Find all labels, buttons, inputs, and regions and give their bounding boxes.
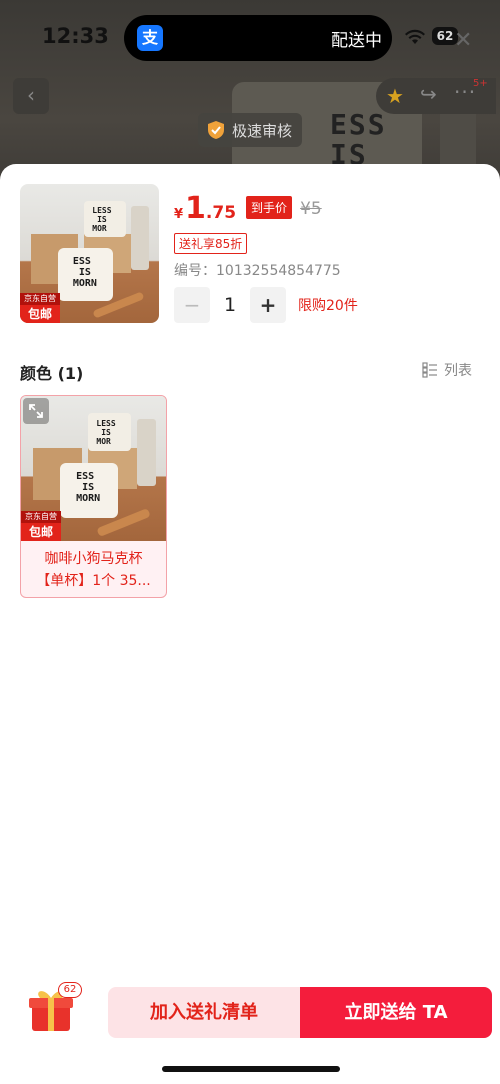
price-decimal: .75 — [205, 203, 237, 223]
gift-list-count-badge: 62 — [58, 982, 82, 998]
gift-discount-badge: 送礼享85折 — [174, 233, 248, 254]
audit-badge: 极速审核 — [198, 113, 303, 147]
star-icon[interactable]: ★ — [386, 84, 404, 108]
list-view-toggle[interactable]: 列表 — [422, 360, 472, 380]
quantity-stepper: − 1 + 限购20件 — [174, 287, 358, 323]
dynamic-island[interactable]: 支 配送中 — [124, 15, 392, 61]
variant-name: 咖啡小狗马克杯 【单杯】1个 35... — [21, 548, 166, 592]
quantity-value[interactable]: 1 — [210, 294, 250, 316]
add-to-gift-list-button[interactable]: 加入送礼清单 — [108, 987, 300, 1038]
close-icon[interactable]: ✕ — [454, 30, 472, 52]
back-icon[interactable]: ‹ — [13, 78, 49, 114]
home-indicator[interactable] — [162, 1066, 340, 1072]
currency-symbol: ¥ — [174, 207, 184, 222]
variant-jd-tag: 京东自营 包邮 — [21, 511, 61, 541]
send-gift-now-button[interactable]: 立即送给 TA — [300, 987, 492, 1038]
price-integer: 1 — [185, 191, 206, 226]
list-toggle-label: 列表 — [444, 363, 472, 379]
nav-action-pill: ★ ↪ ··· 5+ — [376, 78, 496, 114]
alipay-app-icon: 支 — [137, 25, 163, 51]
variant-option[interactable]: LESS IS MOR ESS IS MORN 京东自营 包邮 咖啡小狗马克杯 … — [20, 395, 167, 598]
final-price-tag: 到手价 — [246, 196, 293, 219]
increase-quantity-button[interactable]: + — [250, 287, 286, 323]
list-icon — [422, 362, 437, 378]
status-time: 12:33 — [42, 24, 109, 48]
share-icon[interactable]: ↪ — [420, 82, 437, 106]
more-badge: 5+ — [473, 78, 488, 89]
audit-text: 极速审核 — [232, 121, 293, 140]
product-thumbnail[interactable]: LESS IS MOR ESS IS MORN 京东自营 包邮 — [20, 184, 159, 323]
variant-image: LESS IS MOR ESS IS MORN 京东自营 包邮 — [21, 396, 166, 541]
variant-name-line1: 咖啡小狗马克杯 — [44, 551, 143, 567]
price-row: ¥ 1 .75 到手价 ¥5 — [174, 194, 322, 225]
sku-selector-sheet: LESS IS MOR ESS IS MORN 京东自营 包邮 ¥ 1 .75 … — [0, 164, 500, 1084]
shield-check-icon — [208, 121, 224, 139]
background-mug-text: ESS IS — [330, 108, 387, 171]
jd-self-operated-tag: 京东自营 包邮 — [20, 293, 60, 323]
decrease-quantity-button[interactable]: − — [174, 287, 210, 323]
item-number: 编号：10132554854775 — [174, 263, 341, 279]
original-price: ¥5 — [300, 199, 322, 219]
color-section-title: 颜色 (1) — [20, 364, 84, 383]
island-status-text: 配送中 — [331, 31, 382, 51]
wifi-icon — [405, 29, 425, 44]
expand-icon[interactable] — [23, 398, 49, 424]
purchase-limit: 限购20件 — [298, 298, 358, 314]
variant-name-line2: 【单杯】1个 35... — [36, 573, 151, 589]
